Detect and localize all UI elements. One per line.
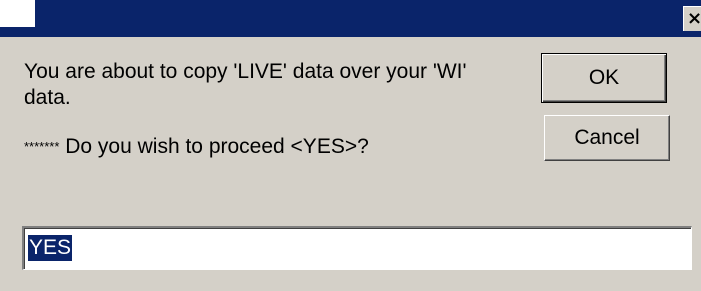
message-line-2: data. — [24, 86, 71, 109]
ok-button[interactable]: OK — [541, 53, 667, 103]
question-prefix: ******* — [24, 139, 60, 154]
dialog-window: × You are about to copy 'LIVE' data over… — [0, 0, 701, 291]
response-input[interactable]: YES — [22, 226, 692, 270]
question-text: Do you wish to proceed <YES>? — [59, 135, 369, 158]
message-line-1: You are about to copy 'LIVE' data over y… — [24, 60, 467, 83]
title-bar: × — [0, 0, 701, 37]
title-bar-icon-area — [0, 0, 35, 27]
close-button[interactable]: × — [683, 6, 701, 31]
cancel-button-label: Cancel — [574, 126, 640, 149]
ok-button-label: OK — [588, 66, 620, 89]
response-input-value: YES — [28, 235, 73, 261]
close-icon: × — [687, 8, 701, 29]
dialog-message: You are about to copy 'LIVE' data over y… — [24, 59, 534, 111]
dialog-question: ******* Do you wish to proceed <YES>? — [24, 134, 369, 160]
cancel-button[interactable]: Cancel — [544, 115, 670, 161]
